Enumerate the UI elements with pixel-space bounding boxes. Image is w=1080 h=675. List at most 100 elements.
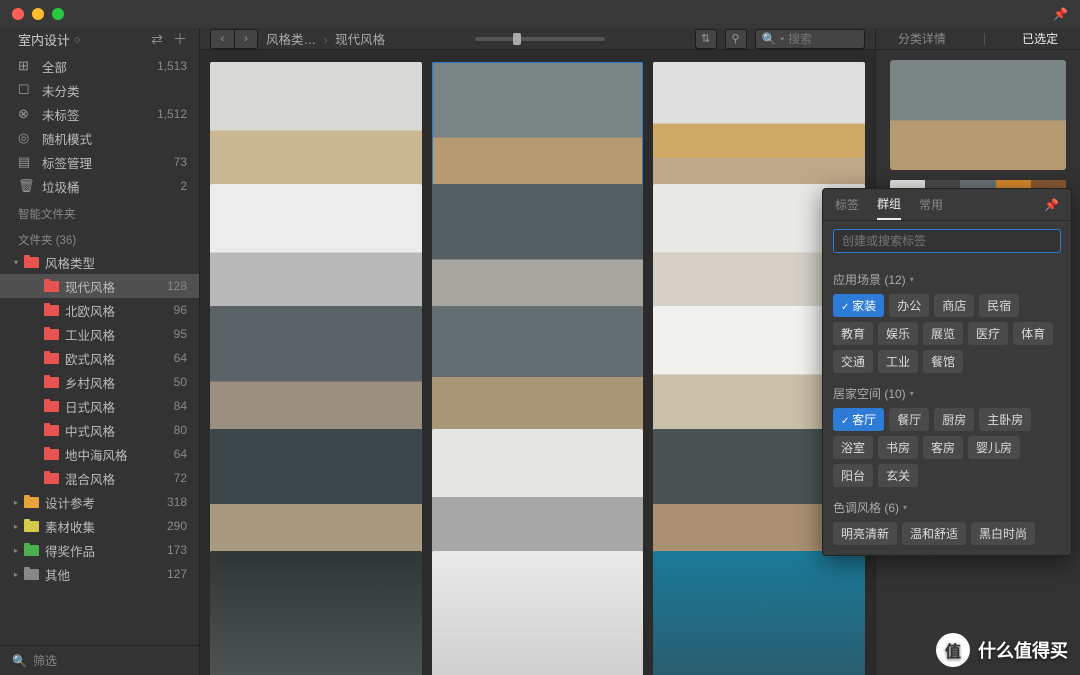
close-window[interactable] bbox=[12, 8, 24, 20]
search-box[interactable]: 🔍 ▾ bbox=[755, 29, 865, 49]
library-switcher[interactable]: 室内设计 ◇ ⇄ ＋ bbox=[0, 28, 199, 50]
tag-option[interactable]: 体育 bbox=[1013, 322, 1053, 345]
folder-item[interactable]: 日式风格 84 bbox=[0, 394, 199, 418]
thumbnail[interactable] bbox=[432, 551, 644, 675]
thumbnail[interactable] bbox=[210, 306, 422, 443]
thumbnail[interactable] bbox=[432, 184, 644, 321]
preview-thumbnail[interactable] bbox=[890, 60, 1066, 170]
tag-option[interactable]: 阳台 bbox=[833, 464, 873, 487]
thumbnail[interactable] bbox=[432, 429, 644, 566]
breadcrumb[interactable]: 风格类… › 现代风格 bbox=[266, 29, 385, 48]
crumb-parent[interactable]: 风格类… bbox=[266, 33, 316, 47]
folder-item[interactable]: 工业风格 95 bbox=[0, 322, 199, 346]
folder-item[interactable]: ▸ 设计参考 318 bbox=[0, 490, 199, 514]
thumbnail[interactable] bbox=[653, 62, 865, 199]
expand-icon[interactable]: ▸ bbox=[14, 522, 24, 531]
tag-option[interactable]: 民宿 bbox=[979, 294, 1019, 317]
slider-thumb[interactable] bbox=[513, 33, 521, 45]
tag-option[interactable]: 交通 bbox=[833, 350, 873, 373]
folder-item[interactable]: 混合风格 72 bbox=[0, 466, 199, 490]
tag-option[interactable]: 办公 bbox=[889, 294, 929, 317]
pin-icon[interactable]: 📌 bbox=[1053, 7, 1068, 21]
thumbnail[interactable] bbox=[653, 551, 865, 675]
expand-icon[interactable]: ▸ bbox=[14, 570, 24, 579]
folder-item[interactable]: ▸ 其他 127 bbox=[0, 562, 199, 586]
thumbnail[interactable] bbox=[210, 551, 422, 675]
expand-icon[interactable]: ▸ bbox=[14, 546, 24, 555]
sidebar-item[interactable]: 🗑 垃圾桶 2 bbox=[0, 174, 199, 198]
folder-item[interactable]: ▸ 得奖作品 173 bbox=[0, 538, 199, 562]
sidebar-item[interactable]: ⊞ 全部 1,513 bbox=[0, 54, 199, 78]
expand-icon[interactable]: ▸ bbox=[14, 498, 24, 507]
tag-option[interactable]: 客房 bbox=[923, 436, 963, 459]
tag-option[interactable]: 书房 bbox=[878, 436, 918, 459]
thumbnail[interactable] bbox=[210, 62, 422, 199]
expand-icon[interactable]: ▾ bbox=[14, 258, 24, 267]
folder-item[interactable]: 现代风格 128 bbox=[0, 274, 199, 298]
folder-item[interactable]: 北欧风格 96 bbox=[0, 298, 199, 322]
folder-item[interactable]: ▾ 风格类型 bbox=[0, 250, 199, 274]
folder-item[interactable]: ▸ 素材收集 290 bbox=[0, 514, 199, 538]
popover-search[interactable] bbox=[833, 229, 1061, 253]
folder-item[interactable]: 乡村风格 50 bbox=[0, 370, 199, 394]
add-icon[interactable]: ＋ bbox=[173, 29, 187, 49]
tag-option[interactable]: 工业 bbox=[878, 350, 918, 373]
tag-option[interactable]: 娱乐 bbox=[878, 322, 918, 345]
folder-item[interactable]: 欧式风格 64 bbox=[0, 346, 199, 370]
thumbnail[interactable] bbox=[210, 429, 422, 566]
thumbnail[interactable] bbox=[210, 184, 422, 321]
thumbnail-selected[interactable] bbox=[432, 62, 644, 199]
sidebar-item-label: 全部 bbox=[42, 57, 157, 76]
thumbnail-size-slider[interactable] bbox=[475, 37, 605, 41]
tag-option[interactable]: 医疗 bbox=[968, 322, 1008, 345]
nav-back-button[interactable]: ‹ bbox=[210, 29, 234, 49]
group-heading[interactable]: 居家空间 (10)▾ bbox=[833, 385, 1061, 402]
sidebar-item[interactable]: ▤ 标签管理 73 bbox=[0, 150, 199, 174]
sidebar-item[interactable]: ⊗ 未标签 1,512 bbox=[0, 102, 199, 126]
popover-search-input[interactable] bbox=[842, 234, 1052, 248]
pin-icon[interactable]: 📌 bbox=[1044, 198, 1059, 212]
search-dropdown-icon[interactable]: ▾ bbox=[781, 35, 785, 43]
folder-item[interactable]: 中式风格 80 bbox=[0, 418, 199, 442]
nav-forward-button[interactable]: › bbox=[234, 29, 258, 49]
folder-item[interactable]: 地中海风格 64 bbox=[0, 442, 199, 466]
tab-common[interactable]: 常用 bbox=[919, 190, 943, 219]
group-heading[interactable]: 色调风格 (6)▾ bbox=[833, 499, 1061, 516]
tag-option[interactable]: 黑白时尚 bbox=[971, 522, 1035, 545]
folder-icon bbox=[44, 377, 59, 388]
tag-option[interactable]: 教育 bbox=[833, 322, 873, 345]
sidebar: 室内设计 ◇ ⇄ ＋ ⊞ 全部 1,513☐ 未分类 ⊗ 未标签 1,512◎ … bbox=[0, 28, 200, 675]
tag-option[interactable]: 厨房 bbox=[934, 408, 974, 431]
maximize-window[interactable] bbox=[52, 8, 64, 20]
swap-icon[interactable]: ⇄ bbox=[151, 31, 163, 48]
tag-option[interactable]: 商店 bbox=[934, 294, 974, 317]
tab-category-detail[interactable]: 分类详情 bbox=[892, 28, 952, 49]
sidebar-item-icon: 🗑 bbox=[18, 178, 34, 194]
tag-option[interactable]: 玄关 bbox=[878, 464, 918, 487]
minimize-window[interactable] bbox=[32, 8, 44, 20]
tag-option[interactable]: 客厅 bbox=[833, 408, 884, 431]
tag-option[interactable]: 婴儿房 bbox=[968, 436, 1020, 459]
tab-selected[interactable]: 已选定 bbox=[1016, 28, 1064, 49]
filter-button[interactable]: ⚲ bbox=[725, 29, 747, 49]
tag-option[interactable]: 温和舒适 bbox=[902, 522, 966, 545]
sort-button[interactable]: ⇅ bbox=[695, 29, 717, 49]
tag-group-space: 居家空间 (10)▾ 客厅餐厅厨房主卧房浴室书房客房婴儿房阳台玄关 bbox=[823, 375, 1071, 489]
tag-option[interactable]: 浴室 bbox=[833, 436, 873, 459]
sidebar-item[interactable]: ☐ 未分类 bbox=[0, 78, 199, 102]
tab-tags[interactable]: 标签 bbox=[835, 190, 859, 219]
tag-option[interactable]: 餐厅 bbox=[889, 408, 929, 431]
tag-option[interactable]: 主卧房 bbox=[979, 408, 1031, 431]
sidebar-filter[interactable]: 🔍 筛选 bbox=[0, 645, 199, 675]
group-heading[interactable]: 应用场景 (12)▾ bbox=[833, 271, 1061, 288]
sidebar-item[interactable]: ◎ 随机模式 bbox=[0, 126, 199, 150]
tag-option[interactable]: 餐馆 bbox=[923, 350, 963, 373]
tag-popover: 标签 群组 常用 📌 应用场景 (12)▾ 家装办公商店民宿教育娱乐展览医疗体育… bbox=[822, 188, 1072, 556]
tab-groups[interactable]: 群组 bbox=[877, 189, 901, 220]
tag-option[interactable]: 展览 bbox=[923, 322, 963, 345]
library-name: 室内设计 bbox=[18, 30, 70, 49]
tag-option[interactable]: 明亮清新 bbox=[833, 522, 897, 545]
search-input[interactable] bbox=[788, 32, 858, 46]
tag-option[interactable]: 家装 bbox=[833, 294, 884, 317]
thumbnail[interactable] bbox=[432, 306, 644, 443]
